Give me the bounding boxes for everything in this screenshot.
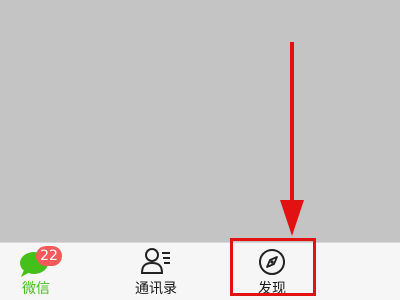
tab-wechat[interactable]: 22 微信: [0, 243, 86, 300]
content-area: [0, 0, 400, 242]
app-screen: 22 微信 通讯录 发现: [0, 0, 400, 300]
unread-badge: 22: [36, 246, 62, 266]
contacts-icon: [140, 247, 172, 279]
tab-me[interactable]: [336, 243, 400, 300]
bottom-tab-bar: 22 微信 通讯录 发现: [0, 242, 400, 300]
tab-label-contacts: 通讯录: [135, 281, 177, 297]
tab-label-wechat: 微信: [22, 281, 50, 297]
tab-contacts[interactable]: 通讯录: [106, 243, 206, 300]
highlight-box: [230, 238, 316, 296]
